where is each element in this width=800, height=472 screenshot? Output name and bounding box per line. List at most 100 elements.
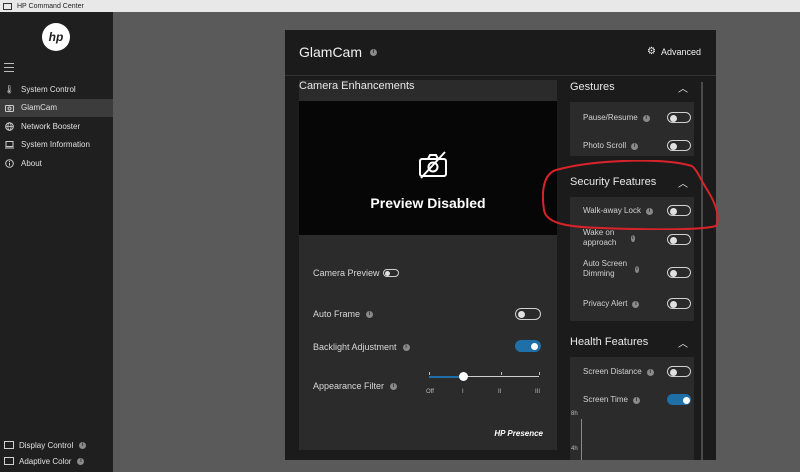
photo-scroll-row: Photo Scroll i — [583, 141, 639, 151]
sidebar-item-network-booster[interactable]: Network Booster — [0, 117, 113, 136]
chart-axis — [581, 419, 582, 460]
glamcam-panel: GlamCam i ⚙ Advanced Camera Enhancements… — [285, 30, 716, 460]
annotation-circle — [542, 160, 719, 230]
sidebar-item-label: Network Booster — [21, 121, 81, 131]
auto-frame-toggle[interactable] — [515, 308, 541, 320]
slider-tick-label: I — [462, 389, 464, 395]
sidebar-item-label: About — [21, 158, 42, 168]
info-icon[interactable]: i — [402, 343, 410, 351]
pause-resume-toggle[interactable] — [667, 112, 691, 123]
page-title: GlamCam i — [299, 44, 378, 60]
slider-tick — [539, 372, 540, 375]
sidebar-item-label: GlamCam — [21, 103, 58, 113]
chart-axis-label: 8h — [571, 411, 578, 417]
info-icon[interactable]: i — [634, 265, 639, 273]
camera-preview-area: Preview Disabled — [299, 101, 557, 235]
sidebar-item-display-control[interactable]: Display Control i — [0, 437, 113, 453]
scrollbar[interactable] — [701, 82, 703, 460]
photo-scroll-label: Photo Scroll — [583, 141, 627, 150]
wake-on-approach-label: Wake on approach — [583, 228, 617, 247]
hp-logo: hp — [42, 23, 70, 51]
monitor-icon — [4, 441, 14, 449]
camera-off-icon — [419, 151, 447, 179]
camera-preview-toggle[interactable] — [383, 269, 399, 277]
info-icon[interactable]: i — [77, 457, 85, 465]
privacy-alert-row: Privacy Alert i — [583, 299, 640, 309]
camera-preview-label: Camera Preview — [313, 268, 380, 278]
health-features-header[interactable]: Health Features ︿ — [570, 331, 694, 353]
privacy-alert-label: Privacy Alert — [583, 299, 628, 308]
sidebar-item-about[interactable]: About — [0, 154, 113, 173]
sidebar-item-adaptive-color[interactable]: Adaptive Color i — [0, 453, 113, 469]
appearance-filter-label: Appearance Filter — [313, 381, 385, 391]
info-icon[interactable]: i — [632, 396, 640, 404]
auto-frame-label: Auto Frame — [313, 309, 361, 319]
app-icon — [3, 2, 12, 10]
info-icon[interactable]: i — [370, 48, 378, 56]
photo-scroll-toggle[interactable] — [667, 140, 691, 151]
sidebar: hp 🌡 System Control GlamCam Network Boos… — [0, 12, 113, 472]
info-icon[interactable]: i — [632, 300, 640, 308]
window-titlebar: HP Command Center — [0, 0, 800, 12]
auto-screen-dimming-row: Auto Screen Dimming i — [583, 259, 639, 279]
backlight-toggle[interactable] — [515, 340, 541, 352]
gestures-header[interactable]: Gestures ︿ — [570, 76, 694, 98]
sidebar-item-label: Display Control — [19, 440, 74, 450]
slider-tick — [501, 372, 502, 375]
info-icon[interactable]: i — [79, 441, 87, 449]
features-column: Gestures ︿ Pause/Resume i Photo Scroll i… — [570, 80, 694, 460]
auto-frame-row: Auto Frame i — [313, 309, 374, 319]
screen-time-toggle[interactable] — [667, 394, 691, 405]
info-icon[interactable]: i — [366, 310, 374, 318]
pause-resume-row: Pause/Resume i — [583, 113, 650, 123]
thermometer-icon: 🌡 — [4, 84, 15, 94]
hp-presence-logo: HP Presence — [494, 429, 543, 438]
chart-axis-label: 4h — [571, 446, 578, 452]
sidebar-item-glamcam[interactable]: GlamCam — [0, 98, 113, 117]
sidebar-nav: 🌡 System Control GlamCam Network Booster… — [0, 80, 113, 173]
gestures-title: Gestures — [570, 81, 615, 93]
slider-tick-label: Off — [426, 389, 434, 395]
slider-tick — [429, 372, 430, 375]
auto-screen-dimming-toggle[interactable] — [667, 267, 691, 278]
screen-distance-row: Screen Distance i — [583, 367, 654, 377]
camera-icon — [5, 103, 14, 112]
preview-disabled-text: Preview Disabled — [370, 195, 486, 211]
sidebar-item-system-control[interactable]: 🌡 System Control — [0, 80, 113, 99]
slider-tick-label: III — [535, 389, 541, 395]
screen-time-label: Screen Time — [583, 395, 628, 404]
advanced-label: Advanced — [660, 46, 701, 57]
sidebar-item-label: System Information — [21, 140, 90, 150]
info-icon[interactable]: i — [630, 234, 635, 242]
screen-distance-label: Screen Distance — [583, 367, 642, 376]
camera-enhancements-title: Camera Enhancements — [299, 80, 415, 92]
window-title: HP Command Center — [17, 2, 84, 10]
chevron-up-icon: ︿ — [678, 338, 688, 350]
wake-on-approach-toggle[interactable] — [667, 234, 691, 245]
appearance-filter-row: Appearance Filter i — [313, 381, 398, 391]
privacy-alert-toggle[interactable] — [667, 298, 691, 309]
advanced-button[interactable]: ⚙ Advanced — [647, 46, 701, 57]
screen-distance-toggle[interactable] — [667, 366, 691, 377]
sidebar-item-label: Adaptive Color — [19, 456, 72, 466]
auto-screen-dimming-label: Auto Screen Dimming — [583, 259, 628, 278]
slider-tick-label: II — [498, 389, 502, 395]
slider-fill — [429, 376, 463, 378]
health-features-title: Health Features — [570, 336, 649, 348]
gestures-card: Pause/Resume i Photo Scroll i — [570, 102, 694, 156]
hamburger-menu-icon[interactable] — [4, 63, 14, 72]
backlight-row: Backlight Adjustment i — [313, 342, 410, 352]
globe-icon — [5, 121, 14, 131]
wake-on-approach-row: Wake on approach i — [583, 228, 635, 248]
slider-thumb[interactable] — [459, 372, 468, 381]
info-icon[interactable]: i — [642, 114, 650, 122]
info-icon[interactable]: i — [646, 368, 654, 376]
page-title-text: GlamCam — [299, 44, 363, 60]
sidebar-item-system-information[interactable]: System Information — [0, 136, 113, 155]
info-icon — [5, 158, 14, 168]
info-icon[interactable]: i — [631, 142, 639, 150]
info-icon[interactable]: i — [390, 382, 398, 390]
health-features-card: Screen Distance i Screen Time i 8h 4h — [570, 357, 694, 460]
chevron-up-icon: ︿ — [678, 83, 688, 95]
monitor-icon — [4, 457, 14, 465]
